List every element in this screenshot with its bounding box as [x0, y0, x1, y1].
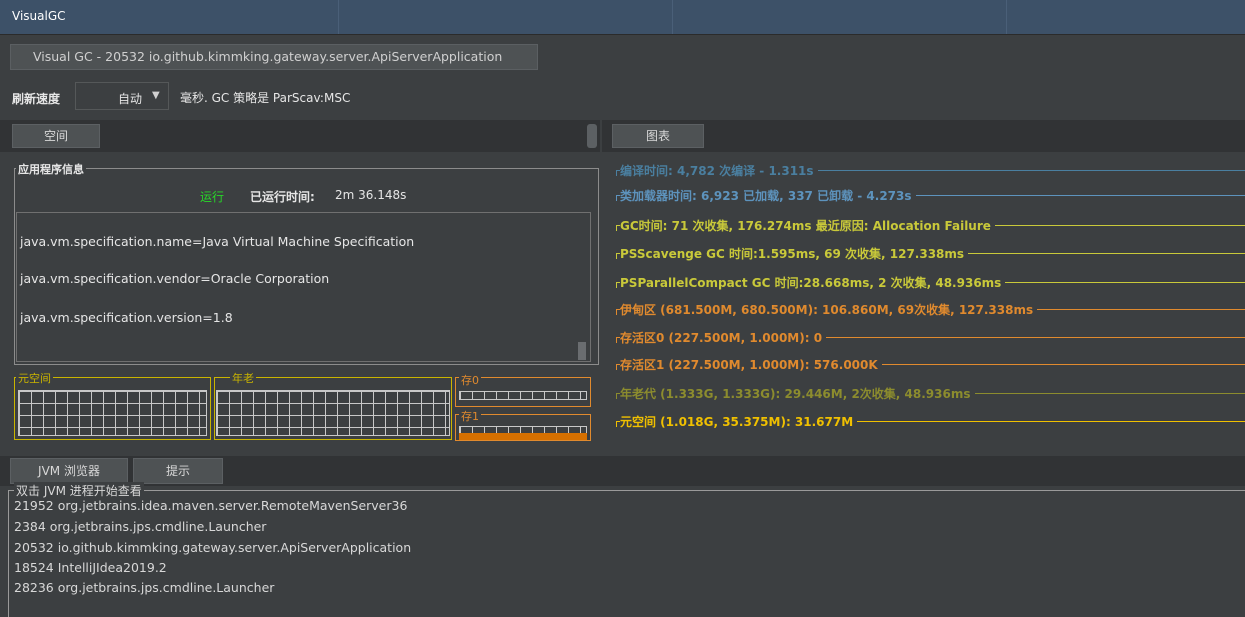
tab-space[interactable]: 空间 — [12, 124, 100, 148]
metaspace-grid — [18, 390, 207, 436]
window-title: VisualGC — [12, 9, 66, 23]
uptime-value: 2m 36.148s — [335, 188, 407, 202]
survivor1-label: 存1 — [459, 408, 481, 424]
graph-label-psparallelcompact: PSParallelCompact GC 时间:28.668ms, 2 次收集,… — [620, 274, 1006, 291]
refresh-rate-label: 刷新速度 — [12, 92, 61, 106]
property-item: java.vm.specification.name=Java Virtual … — [20, 234, 415, 249]
list-item[interactable]: 20532 io.github.kimmking.gateway.server.… — [14, 540, 411, 555]
metaspace-label: 元空间 — [16, 370, 53, 386]
title-bar — [0, 0, 1245, 35]
tab-jvm-browser[interactable]: JVM 浏览器 — [10, 458, 128, 484]
graph-label-compile: 编译时间: 4,782 次编译 - 1.311s — [620, 162, 818, 179]
properties-scrollbar[interactable] — [578, 342, 586, 360]
graph-label-psscavenge: PSScavenge GC 时间:1.595ms, 69 次收集, 127.33… — [620, 245, 969, 262]
old-gen-grid — [216, 390, 450, 436]
gc-policy-text: 毫秒. GC 策略是 ParScav:MSC — [180, 91, 351, 105]
tab-chart[interactable]: 图表 — [612, 124, 704, 148]
app-info-legend: 应用程序信息 — [16, 161, 86, 177]
graph-label-classloader: 类加载器时间: 6,923 已加载, 337 已卸载 - 4.273s — [620, 187, 916, 204]
refresh-rate-value: 自动 — [118, 92, 143, 106]
split-handle[interactable] — [587, 124, 597, 148]
survivor0-grid — [459, 391, 587, 400]
list-item[interactable]: 2384 org.jetbrains.jps.cmdline.Launcher — [14, 519, 266, 534]
graph-label-eden: 伊甸区 (681.500M, 680.500M): 106.860M, 69次收… — [620, 301, 1038, 318]
graph-label-metaspace: 元空间 (1.018G, 35.375M): 31.677M — [620, 413, 858, 430]
run-status: 运行 — [200, 190, 225, 204]
old-gen-label: 年老 — [230, 370, 256, 386]
property-item: java.vm.specification.vendor=Oracle Corp… — [20, 271, 330, 286]
property-item: java.vm.specification.version=1.8 — [20, 310, 233, 325]
chevron-down-icon[interactable]: ▼ — [152, 90, 160, 101]
graph-label-survivor0: 存活区0 (227.500M, 1.000M): 0 — [620, 329, 827, 346]
list-item[interactable]: 21952 org.jetbrains.idea.maven.server.Re… — [14, 498, 407, 513]
list-item[interactable]: 18524 IntelliJIdea2019.2 — [14, 560, 167, 575]
graph-label-gc-time: GC时间: 71 次收集, 176.274ms 最近原因: Allocation… — [620, 217, 995, 234]
list-item[interactable]: 28236 org.jetbrains.jps.cmdline.Launcher — [14, 580, 274, 595]
survivor0-label: 存0 — [459, 372, 481, 388]
document-tab[interactable]: Visual GC - 20532 io.github.kimmking.gat… — [10, 44, 538, 70]
uptime-label: 已运行时间: — [250, 190, 315, 204]
graph-label-old-gen: 年老代 (1.333G, 1.333G): 29.446M, 2次收集, 48.… — [620, 385, 975, 402]
tab-hint[interactable]: 提示 — [133, 458, 223, 484]
process-panel-legend: 双击 JVM 进程开始查看 — [14, 482, 144, 499]
graph-label-survivor1: 存活区1 (227.500M, 1.000M): 576.000K — [620, 356, 882, 373]
survivor1-fill — [459, 433, 587, 440]
